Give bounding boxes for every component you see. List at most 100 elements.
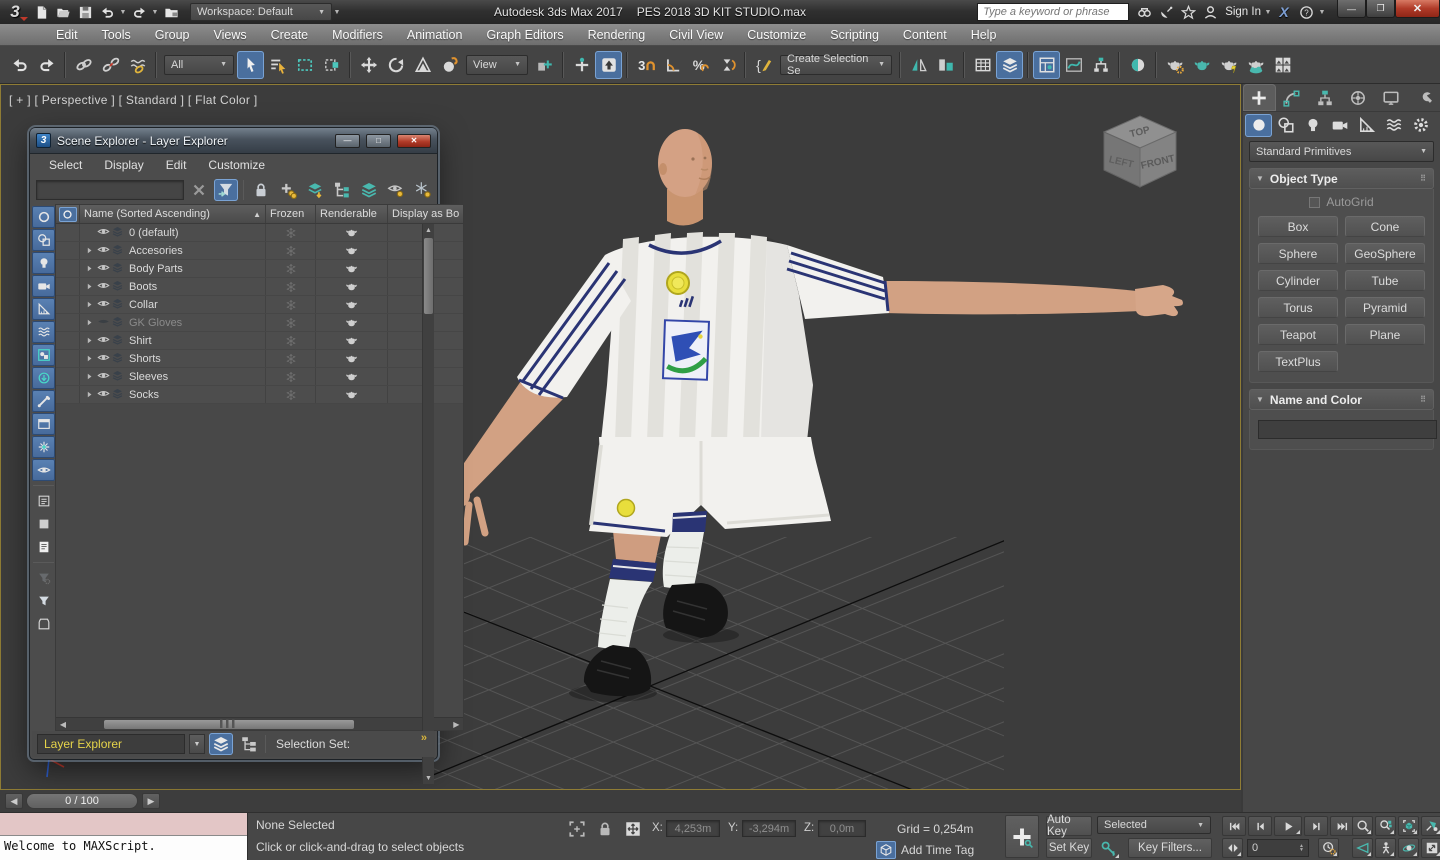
curve-editor-icon[interactable] — [1060, 51, 1087, 79]
layer-row[interactable]: Sleeves — [56, 368, 463, 386]
menu-group[interactable]: Group — [143, 24, 202, 46]
frozen-toggle-icon[interactable] — [266, 332, 316, 349]
new-doc-icon[interactable] — [30, 2, 52, 22]
render-gallery-icon[interactable] — [1269, 51, 1296, 79]
minimize-button[interactable]: — — [1337, 0, 1366, 18]
redo-dropdown-icon[interactable]: ▼ — [150, 2, 160, 22]
layer-row[interactable]: Collar — [56, 296, 463, 314]
maxscript-listener-line[interactable]: Welcome to MAXScript. — [0, 836, 247, 860]
se-menu-edit[interactable]: Edit — [155, 154, 198, 176]
undo-icon[interactable] — [96, 2, 118, 22]
menu-tools[interactable]: Tools — [90, 24, 143, 46]
named-sets-icon[interactable]: { — [750, 51, 777, 79]
spacewarps-icon[interactable] — [1380, 114, 1407, 137]
lights-icon[interactable] — [1299, 114, 1326, 137]
clear-search-icon[interactable] — [187, 179, 211, 201]
time-config-icon[interactable] — [1318, 838, 1339, 858]
place-icon[interactable] — [436, 51, 463, 79]
layer-row[interactable]: Body Parts — [56, 260, 463, 278]
display-gizmos-icon[interactable] — [32, 436, 55, 458]
display-hidden-icon[interactable] — [32, 459, 55, 481]
geometry-icon[interactable] — [1245, 114, 1272, 137]
save-icon[interactable] — [74, 2, 96, 22]
expand-icon[interactable] — [82, 282, 96, 291]
menu-views[interactable]: Views — [201, 24, 258, 46]
layer-row[interactable]: Shirt — [56, 332, 463, 350]
cameras-icon[interactable] — [1326, 114, 1353, 137]
se-hscroll-thumb[interactable]: ▌▌▌ — [104, 720, 354, 729]
renderable-toggle-icon[interactable] — [316, 332, 388, 349]
layer-name[interactable]: Collar — [129, 299, 158, 311]
fov-icon[interactable] — [1352, 838, 1373, 858]
zoom-region-icon[interactable] — [1421, 816, 1440, 836]
se-minimize-button[interactable]: — — [335, 134, 360, 148]
y-coordinate-field[interactable]: -3,294m — [742, 820, 796, 837]
renderable-toggle-icon[interactable] — [316, 350, 388, 367]
create-tab[interactable] — [1243, 84, 1276, 111]
render-production-icon[interactable] — [1215, 51, 1242, 79]
primitive-sphere-button[interactable]: Sphere — [1258, 243, 1338, 264]
se-menu-select[interactable]: Select — [38, 154, 93, 176]
footer-hierarchy-icon[interactable] — [237, 733, 261, 755]
close-button[interactable]: ✕ — [1395, 0, 1440, 18]
app-logo-icon[interactable]: 3 — [0, 0, 30, 24]
help-dropdown-icon[interactable]: ▼ — [1317, 2, 1327, 22]
solid-view-icon[interactable] — [32, 513, 55, 535]
footer-more-icon[interactable]: » — [421, 732, 427, 744]
hide-layer-icon[interactable] — [384, 179, 408, 201]
scale-icon[interactable] — [409, 51, 436, 79]
sign-in-link[interactable]: Sign In — [1225, 6, 1261, 18]
current-frame-field[interactable]: 0▲▼ — [1247, 839, 1309, 857]
time-slider[interactable]: 0 / 100 — [26, 793, 138, 809]
undo-dropdown-icon[interactable]: ▼ — [118, 2, 128, 22]
key-filters-button[interactable]: Key Filters... — [1128, 838, 1212, 858]
redo-icon[interactable] — [33, 51, 60, 79]
coord-dropdown[interactable]: View▼ — [466, 55, 528, 75]
snaps-3d-icon[interactable]: 3 — [632, 51, 659, 79]
menu-content[interactable]: Content — [891, 24, 959, 46]
visibility-eye-icon[interactable] — [97, 387, 110, 403]
display-shapes-icon[interactable] — [32, 229, 55, 251]
scene-explorer-titlebar[interactable]: 3 Scene Explorer - Layer Explorer — □ ✕ — [30, 128, 437, 154]
go-to-end-icon[interactable] — [1330, 816, 1354, 836]
filter-funnel-icon[interactable] — [214, 179, 238, 201]
layer-row[interactable]: 0 (default) — [56, 224, 463, 242]
frozen-toggle-icon[interactable] — [266, 386, 316, 403]
rotate-icon[interactable] — [382, 51, 409, 79]
utilities-tab[interactable] — [1407, 84, 1440, 111]
restore-button[interactable]: ❐ — [1366, 0, 1395, 18]
time-tag-icon[interactable] — [876, 841, 896, 859]
collection-icon[interactable] — [32, 613, 55, 635]
unlink-icon[interactable] — [97, 51, 124, 79]
se-menu-display[interactable]: Display — [93, 154, 154, 176]
search-communication-icon[interactable] — [1133, 2, 1155, 22]
motion-tab[interactable] — [1341, 84, 1374, 111]
workspace-dropdown[interactable]: Workspace: Default▼ — [190, 3, 332, 21]
expand-icon[interactable] — [82, 372, 96, 381]
menu-create[interactable]: Create — [259, 24, 321, 46]
menu-rendering[interactable]: Rendering — [576, 24, 658, 46]
ribbon-toggle-icon[interactable] — [1033, 51, 1060, 79]
menu-edit[interactable]: Edit — [44, 24, 90, 46]
hierarchy-tab[interactable] — [1309, 84, 1342, 111]
display-containers-icon[interactable] — [32, 367, 55, 389]
frozen-toggle-icon[interactable] — [266, 224, 316, 241]
visibility-eye-icon[interactable] — [97, 243, 110, 259]
viewport-label[interactable]: [ + ] [ Perspective ] [ Standard ] [ Fla… — [9, 93, 257, 107]
maxscript-mini-listener[interactable]: Welcome to MAXScript. — [0, 813, 248, 860]
menu-scripting[interactable]: Scripting — [818, 24, 891, 46]
zoom-all-icon[interactable] — [1375, 816, 1396, 836]
visibility-eye-icon[interactable] — [97, 261, 110, 277]
frozen-toggle-icon[interactable] — [266, 260, 316, 277]
shapes-icon[interactable] — [1272, 114, 1299, 137]
menu-help[interactable]: Help — [959, 24, 1009, 46]
primitive-category-dropdown[interactable]: Standard Primitives▼ — [1249, 141, 1434, 162]
next-key-button[interactable]: ▶ — [142, 793, 160, 809]
zoom-icon[interactable] — [1352, 816, 1373, 836]
keyboard-override-icon[interactable] — [595, 51, 622, 79]
detail-view-icon[interactable] — [32, 536, 55, 558]
go-to-start-icon[interactable] — [1222, 816, 1246, 836]
layer-name[interactable]: Shorts — [129, 353, 161, 365]
key-mode-dropdown[interactable]: Selected▼ — [1097, 816, 1211, 834]
systems-icon[interactable] — [1407, 114, 1434, 137]
